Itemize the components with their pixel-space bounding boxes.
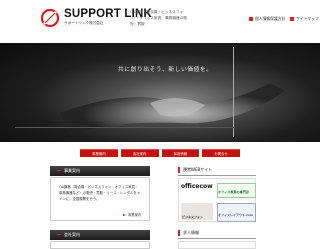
hero-divider: [15, 127, 235, 128]
nav-company[interactable]: 会社案内: [120, 149, 159, 157]
recruit-rule: [178, 238, 256, 239]
heading-tick-icon: [57, 234, 61, 235]
sites-heading: 運営WEBサイト: [178, 167, 256, 173]
nav-recruit[interactable]: 採用情報: [161, 149, 200, 157]
recruit-title: 求人情報: [183, 230, 199, 235]
square-bullet-icon: [249, 17, 253, 21]
main-nav: 事業案内 会社案内 採用情報 お問合せ: [80, 149, 240, 157]
recruit-panel: [178, 241, 256, 249]
company-heading: 会社案内: [50, 230, 150, 240]
brand-subtitle: サポートリンク株式会社: [64, 21, 104, 25]
company-title: 会社案内: [64, 232, 80, 237]
square-bullet-icon: [290, 17, 294, 21]
business-more-label: 事業案内: [128, 213, 142, 217]
nav-business[interactable]: 事業案内: [80, 149, 118, 157]
privacy-policy-link[interactable]: 個人情報保護方針: [249, 16, 285, 22]
heading-bar-icon: [178, 230, 180, 236]
sites-rule: [178, 175, 256, 176]
company-body: [50, 241, 150, 249]
nav-contact[interactable]: お問合せ: [202, 149, 240, 157]
arrow-right-icon: [123, 213, 126, 216]
privacy-policy-label: 個人情報保護方針: [255, 16, 286, 21]
header-tagline: OA機器（複合機・ビジネスフォン）・オフィス家具・事務機器の販売・買取: [130, 10, 188, 26]
business-heading: 事業案内: [50, 166, 150, 176]
sites-title: 運営WEBサイト: [183, 167, 213, 172]
office-layout-banner[interactable]: オフィスレイアウト.com: [218, 213, 253, 217]
hero-frame-line: [233, 47, 311, 137]
logo-icon[interactable]: [40, 7, 60, 29]
officecow-banner[interactable]: officecow: [181, 183, 213, 190]
business-phone-banner[interactable]: ビジネスフォン: [182, 215, 203, 219]
heading-tick-icon: [57, 170, 61, 171]
sitemap-link[interactable]: サイトマップ: [290, 16, 319, 22]
business-more-link[interactable]: 事業案内: [123, 212, 141, 217]
sitemap-label: サイトマップ: [296, 16, 319, 21]
heading-bar-icon: [178, 167, 180, 173]
business-title: 事業案内: [64, 168, 80, 173]
recruit-heading: 求人情報: [178, 230, 256, 236]
office-furniture-banner[interactable]: オフィス家具の専門店: [218, 189, 249, 194]
site-banner-panel: officecow オフィス家具の専門店 ビジネスフォン オフィスレイアウト.c…: [178, 178, 256, 222]
hero-catchphrase: 共に創り出そう、新しい価値を。: [118, 67, 213, 73]
